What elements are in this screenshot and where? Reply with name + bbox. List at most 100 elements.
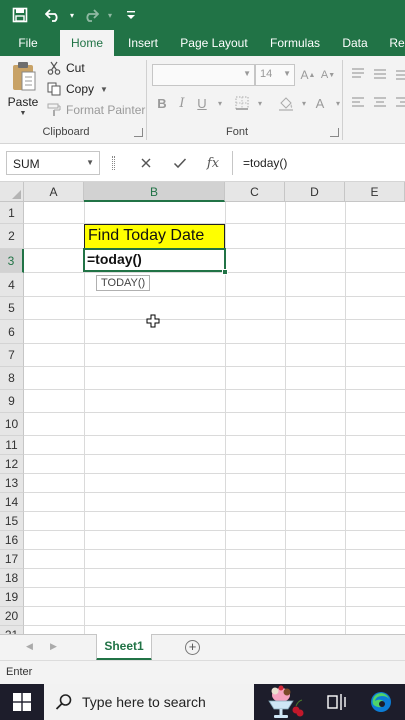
increase-font-size-button[interactable]: A ▲ [298,65,318,85]
row-header-14[interactable]: 14 [0,493,24,512]
underline-button[interactable]: U [192,93,212,113]
select-all-button[interactable] [0,182,24,202]
align-left-icon[interactable] [348,93,368,113]
search-placeholder: Type here to search [82,694,206,710]
tab-insert[interactable]: Insert [122,30,164,56]
tab-page-layout[interactable]: Page Layout [176,30,252,56]
font-size-select[interactable]: 14 ▼ [255,64,295,86]
borders-button[interactable] [232,93,252,113]
cell-cursor-icon [146,314,160,328]
copy-dropdown-icon[interactable]: ▼ [100,85,108,94]
row-gridline [24,606,405,607]
row-gridline [24,319,405,320]
row-header-15[interactable]: 15 [0,512,24,531]
align-center-icon[interactable] [370,93,390,113]
copy-button[interactable]: Copy ▼ [44,79,108,99]
row-header-5[interactable]: 5 [0,297,24,320]
font-group-label: Font [225,126,248,138]
decrease-font-size-button[interactable]: A ▼ [318,65,338,85]
redo-icon[interactable] [78,0,104,30]
align-right-icon[interactable] [392,93,405,113]
row-header-6[interactable]: 6 [0,320,24,344]
sheet-tab-sheet1[interactable]: Sheet1 [96,634,152,661]
task-view-icon[interactable] [327,693,347,711]
row-header-10[interactable]: 10 [0,413,24,436]
undo-dropdown-icon[interactable]: ▾ [66,0,78,30]
row-header-7[interactable]: 7 [0,344,24,367]
column-header-e[interactable]: E [345,182,405,202]
undo-icon[interactable] [40,0,66,30]
column-header-b[interactable]: B [84,182,225,202]
redo-dropdown-icon[interactable]: ▾ [104,0,116,30]
format-painter-button[interactable]: Format Painter [44,100,145,120]
column-header-a[interactable]: A [24,182,84,202]
align-middle-icon[interactable] [370,64,390,84]
customize-quick-access-icon[interactable] [116,0,146,30]
windows-start-icon[interactable] [13,693,31,711]
column-header-c[interactable]: C [225,182,285,202]
row-header-4[interactable]: 4 [0,273,24,297]
cell-b2[interactable]: Find Today Date [84,224,225,249]
row-header-18[interactable]: 18 [0,569,24,588]
select-all-triangle-icon [12,190,21,199]
cell-b3-active[interactable]: =today() [83,248,226,272]
column-header-d[interactable]: D [285,182,345,202]
ice-cream-sundae-icon[interactable] [258,685,304,719]
save-icon[interactable] [0,0,40,30]
previous-sheet-icon[interactable]: ◀ [26,641,33,652]
tab-review[interactable]: Re [386,30,405,56]
row-header-19[interactable]: 19 [0,588,24,607]
fill-handle[interactable] [222,269,228,275]
font-launcher-icon[interactable] [330,128,339,137]
row-gridline [24,587,405,588]
formula-input[interactable]: =today() [232,151,405,175]
name-box[interactable]: SUM ▼ [6,151,100,175]
row-header-8[interactable]: 8 [0,367,24,390]
row-header-16[interactable]: 16 [0,531,24,550]
borders-dropdown-icon[interactable]: ▾ [250,93,270,113]
tab-home[interactable]: Home [60,30,114,56]
clipboard-launcher-icon[interactable] [134,128,143,137]
underline-dropdown-icon[interactable]: ▾ [210,93,230,113]
row-header-11[interactable]: 11 [0,436,24,455]
align-bottom-icon[interactable] [392,64,405,84]
row-header-1[interactable]: 1 [0,202,24,224]
paste-dropdown-icon[interactable]: ▼ [6,110,40,117]
row-header-13[interactable]: 13 [0,474,24,493]
paste-button[interactable]: Paste ▼ [6,60,40,122]
font-family-select[interactable]: ▼ [152,64,255,86]
formula-bar-grip[interactable] [112,156,115,170]
align-top-icon[interactable] [348,64,368,84]
check-icon[interactable] [170,153,190,173]
row-gridline [24,568,405,569]
taskbar-search-box[interactable]: Type here to search [44,684,254,720]
row-header-20[interactable]: 20 [0,607,24,626]
row-header-3[interactable]: 3 [0,249,24,273]
fill-color-button[interactable] [276,93,296,113]
cut-button[interactable]: Cut [44,58,85,78]
row-gridline [24,625,405,626]
row-header-17[interactable]: 17 [0,550,24,569]
cancel-icon[interactable] [136,153,156,173]
chevron-down-icon: ▼ [283,69,291,78]
next-sheet-icon[interactable]: ▶ [50,641,57,652]
insert-function-button[interactable]: fx [203,153,223,173]
bold-button[interactable]: B [152,93,172,113]
tab-file[interactable]: File [8,30,48,56]
row-header-2[interactable]: 2 [0,224,24,249]
row-gridline [24,473,405,474]
row-gridline [24,549,405,550]
chevron-down-icon: ▼ [243,69,251,78]
tab-data[interactable]: Data [338,30,372,56]
font-color-button[interactable]: A [310,93,330,113]
row-header-9[interactable]: 9 [0,390,24,413]
function-tooltip[interactable]: TODAY() [96,275,151,291]
worksheet-grid[interactable]: A B C D E 1 2 3 4 5 6 7 8 9 10 11 12 13 14 15 16 17 18 19 2… [0,182,405,634]
edge-browser-icon[interactable] [370,691,392,713]
add-sheet-icon[interactable]: + [185,640,200,655]
tab-formulas[interactable]: Formulas [264,30,326,56]
italic-button[interactable]: I [172,93,192,113]
font-color-dropdown-icon[interactable]: ▾ [328,93,348,113]
row-header-21[interactable]: 21 [0,626,24,634]
row-header-12[interactable]: 12 [0,455,24,474]
